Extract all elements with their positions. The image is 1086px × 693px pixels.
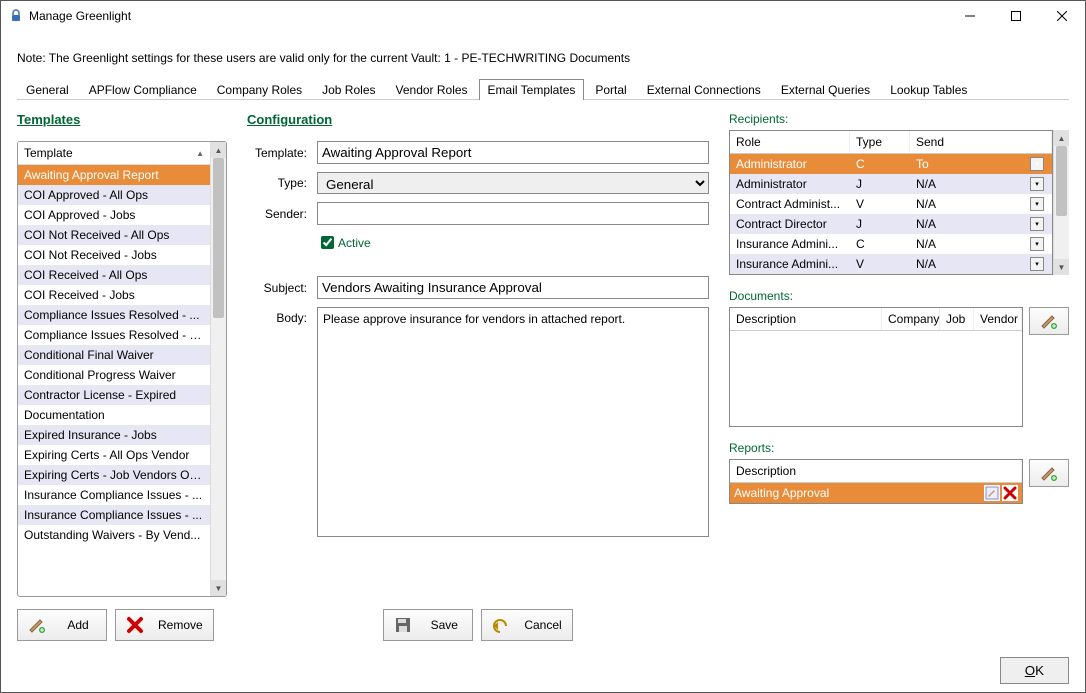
template-list-item[interactable]: COI Received - All Ops <box>18 265 210 285</box>
recipient-row[interactable]: Contract Administ...VN/A▾ <box>730 194 1052 214</box>
tab-external-connections[interactable]: External Connections <box>638 79 770 100</box>
tab-external-queries[interactable]: External Queries <box>772 79 879 100</box>
template-list-item[interactable]: Insurance Compliance Issues - ... <box>18 505 210 525</box>
sort-up-icon: ▲ <box>196 149 204 158</box>
body-field[interactable] <box>317 307 709 537</box>
template-list-item[interactable]: Compliance Issues Resolved - J... <box>18 325 210 345</box>
template-list-item[interactable]: Awaiting Approval Report <box>18 165 210 185</box>
scroll-up-button[interactable]: ▲ <box>1054 130 1069 146</box>
recipients-heading: Recipients: <box>729 112 1069 126</box>
send-dropdown[interactable]: ▾ <box>1030 157 1044 171</box>
templates-heading: Templates <box>17 112 227 127</box>
template-list-item[interactable]: COI Not Received - Jobs <box>18 245 210 265</box>
recipient-row[interactable]: Contract DirectorJN/A▾ <box>730 214 1052 234</box>
tab-general[interactable]: General <box>17 79 78 100</box>
type-select[interactable]: General <box>317 172 709 194</box>
save-button[interactable]: Save <box>383 609 473 641</box>
template-list-item[interactable]: Expiring Certs - All Ops Vendor <box>18 445 210 465</box>
reports-grid[interactable]: Description Awaiting Approval <box>729 459 1023 504</box>
send-dropdown[interactable]: ▾ <box>1030 217 1044 231</box>
template-list-item[interactable]: COI Received - Jobs <box>18 285 210 305</box>
pencil-plus-icon <box>1040 464 1058 482</box>
template-field[interactable] <box>317 141 709 164</box>
send-dropdown[interactable]: ▾ <box>1030 197 1044 211</box>
tab-job-roles[interactable]: Job Roles <box>313 79 384 100</box>
scroll-thumb[interactable] <box>213 158 224 318</box>
sender-field[interactable] <box>317 202 709 225</box>
add-document-button[interactable] <box>1029 307 1069 335</box>
report-edit-icon[interactable] <box>984 485 1000 501</box>
template-list-item[interactable]: COI Approved - Jobs <box>18 205 210 225</box>
send-dropdown[interactable]: ▾ <box>1030 237 1044 251</box>
body-label: Body: <box>247 307 307 325</box>
report-row[interactable]: Awaiting Approval <box>730 483 1022 503</box>
reports-heading: Reports: <box>729 441 1069 455</box>
send-dropdown[interactable]: ▾ <box>1030 177 1044 191</box>
active-label: Active <box>338 236 371 250</box>
undo-icon <box>492 616 510 634</box>
template-list-item[interactable]: Expiring Certs - Job Vendors Only <box>18 465 210 485</box>
template-list-item[interactable]: Outstanding Waivers - By Vend... <box>18 525 210 545</box>
tab-bar: GeneralAPFlow ComplianceCompany RolesJob… <box>17 79 1069 100</box>
scroll-down-button[interactable]: ▼ <box>1054 259 1069 275</box>
template-list-item[interactable]: COI Approved - All Ops <box>18 185 210 205</box>
report-delete-icon[interactable] <box>1002 485 1018 501</box>
template-list-item[interactable]: COI Not Received - All Ops <box>18 225 210 245</box>
remove-button[interactable]: Remove <box>115 609 214 641</box>
tab-vendor-roles[interactable]: Vendor Roles <box>387 79 477 100</box>
save-icon <box>394 616 412 634</box>
recipients-scrollbar[interactable]: ▲ ▼ <box>1053 130 1069 275</box>
sender-label: Sender: <box>247 207 307 221</box>
scroll-thumb[interactable] <box>1056 146 1067 216</box>
titlebar: Manage Greenlight <box>1 1 1085 31</box>
templates-scrollbar[interactable]: ▲ ▼ <box>210 142 226 596</box>
tab-company-roles[interactable]: Company Roles <box>208 79 311 100</box>
documents-heading: Documents: <box>729 289 1069 303</box>
recipient-row[interactable]: Insurance Admini...CN/A▾ <box>730 234 1052 254</box>
recipient-row[interactable]: Insurance Admini...VN/A▾ <box>730 254 1052 274</box>
add-report-button[interactable] <box>1029 459 1069 487</box>
config-heading: Configuration <box>247 112 709 127</box>
type-label: Type: <box>247 176 307 190</box>
template-list-item[interactable]: Insurance Compliance Issues - ... <box>18 485 210 505</box>
scroll-down-button[interactable]: ▼ <box>211 580 226 596</box>
window-title: Manage Greenlight <box>29 9 131 23</box>
maximize-button[interactable] <box>993 1 1039 31</box>
template-list-item[interactable]: Documentation <box>18 405 210 425</box>
template-list-item[interactable]: Conditional Progress Waiver <box>18 365 210 385</box>
recipient-row[interactable]: AdministratorCTo▾ <box>730 154 1052 174</box>
ok-button[interactable]: OK <box>1000 657 1069 684</box>
template-list-item[interactable]: Compliance Issues Resolved - ... <box>18 305 210 325</box>
template-label: Template: <box>247 146 307 160</box>
app-lock-icon <box>9 9 23 23</box>
recipient-row[interactable]: AdministratorJN/A▾ <box>730 174 1052 194</box>
recipients-grid[interactable]: Role Type Send AdministratorCTo▾Administ… <box>729 130 1053 275</box>
note-text: Note: The Greenlight settings for these … <box>17 51 1069 65</box>
scroll-up-button[interactable]: ▲ <box>211 142 226 158</box>
tab-apflow-compliance[interactable]: APFlow Compliance <box>80 79 206 100</box>
active-checkbox[interactable] <box>321 236 334 249</box>
send-dropdown[interactable]: ▾ <box>1030 257 1044 271</box>
pencil-plus-icon <box>1040 312 1058 330</box>
template-list-item[interactable]: Expired Insurance - Jobs <box>18 425 210 445</box>
add-button[interactable]: Add <box>17 609 107 641</box>
tab-email-templates[interactable]: Email Templates <box>479 79 585 100</box>
cancel-button[interactable]: Cancel <box>481 609 572 641</box>
pencil-plus-icon <box>28 616 46 634</box>
close-button[interactable] <box>1039 1 1085 31</box>
template-list-item[interactable]: Conditional Final Waiver <box>18 345 210 365</box>
tab-portal[interactable]: Portal <box>586 79 635 100</box>
minimize-button[interactable] <box>947 1 993 31</box>
tab-lookup-tables[interactable]: Lookup Tables <box>881 79 976 100</box>
documents-grid[interactable]: Description Company Job Vendor <box>729 307 1023 427</box>
delete-x-icon <box>126 616 144 634</box>
subject-field[interactable] <box>317 276 709 299</box>
template-list-item[interactable]: Contractor License - Expired <box>18 385 210 405</box>
templates-column-header[interactable]: Template ▲ <box>18 142 210 165</box>
subject-label: Subject: <box>247 281 307 295</box>
templates-listbox[interactable]: Template ▲ Awaiting Approval ReportCOI A… <box>17 141 227 597</box>
